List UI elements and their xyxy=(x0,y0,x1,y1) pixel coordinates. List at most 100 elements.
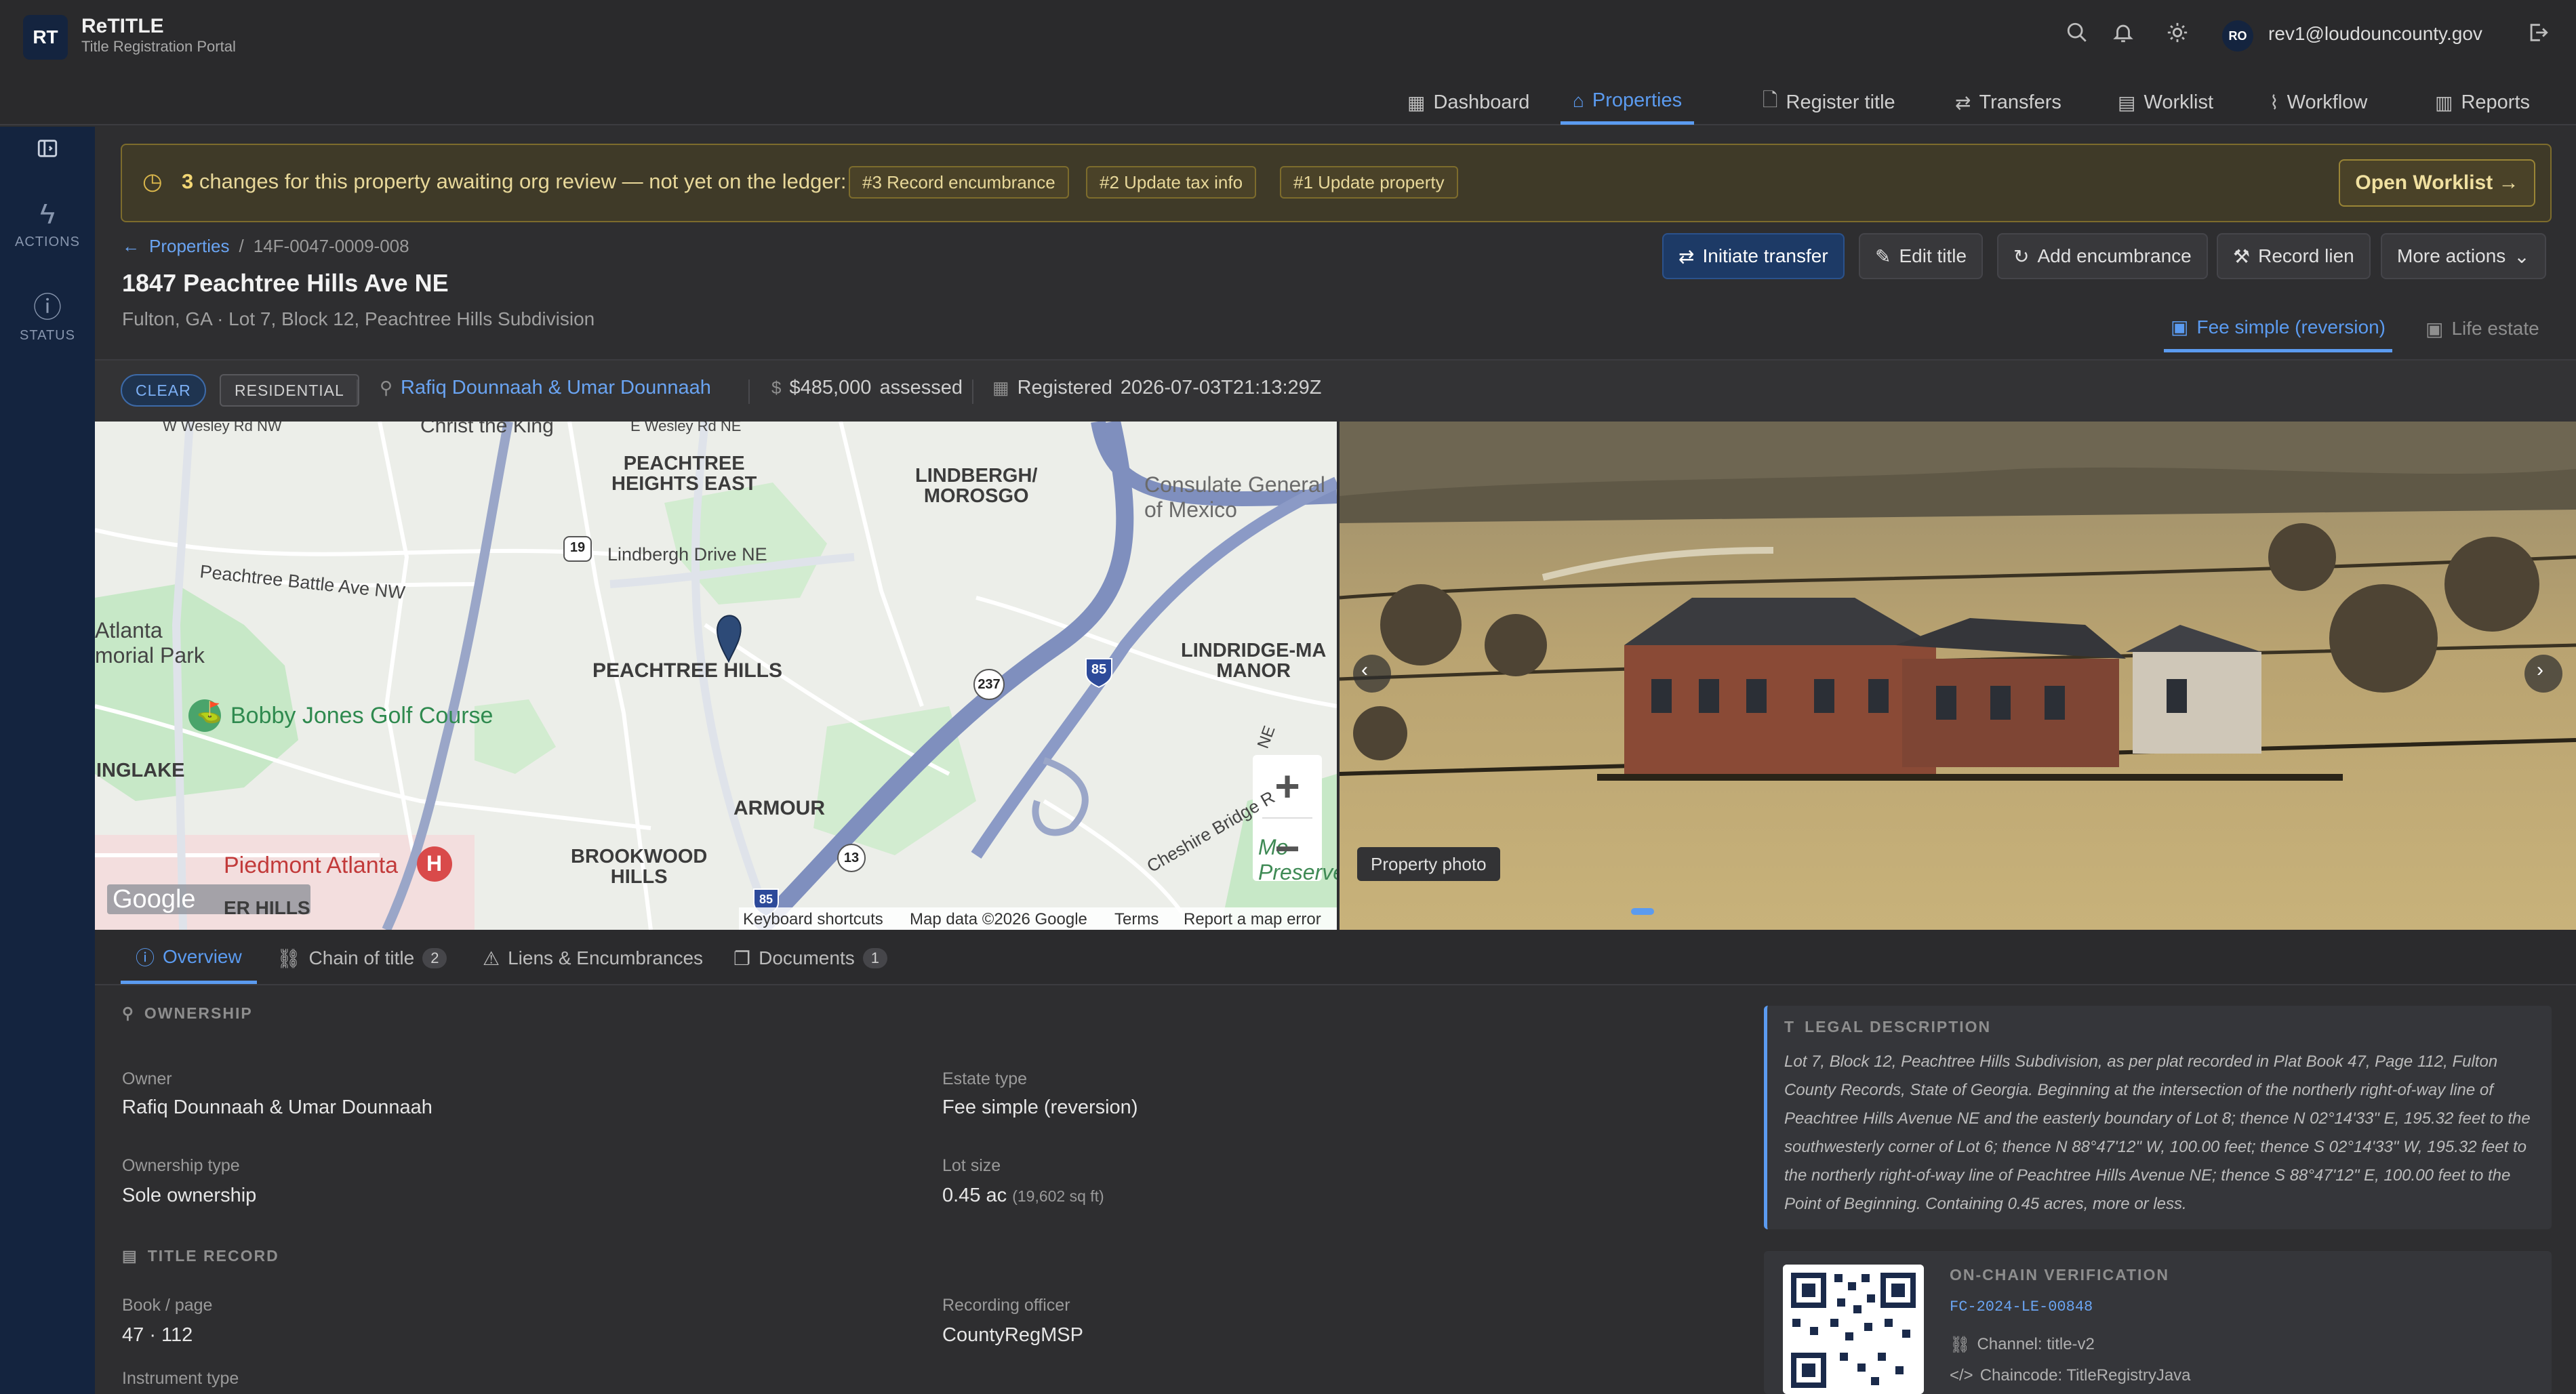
page-title: 1847 Peachtree Hills Ave NE xyxy=(122,269,449,297)
bell-icon[interactable] xyxy=(2108,18,2138,47)
tab-liens-encumbrances[interactable]: ⚠ Liens & Encumbrances xyxy=(468,932,718,984)
legal-description-heading: T LEGAL DESCRIPTION xyxy=(1784,1018,1992,1036)
back-arrow-icon[interactable]: ← xyxy=(122,236,140,257)
breadcrumb: ← Properties / 14F-0047-0009-008 xyxy=(122,236,409,257)
sidebar-status-button[interactable]: ⓘ STATUS xyxy=(0,291,95,344)
search-icon[interactable] xyxy=(2062,18,2092,47)
map-label-lindridge: LINDRIDGE-MA MANOR xyxy=(1181,640,1327,682)
sidebar-toggle-button[interactable] xyxy=(0,137,95,163)
property-photo: ‹ › Property photo xyxy=(1340,422,2576,930)
tab-chain-of-title[interactable]: ⛓ Chain of title 2 xyxy=(262,932,462,984)
estate-type-label: Estate type xyxy=(942,1069,1028,1088)
user-icon: ⚲ xyxy=(122,1004,135,1022)
count-badge: 1 xyxy=(862,948,887,968)
nav-worklist[interactable]: ▤ Worklist xyxy=(2106,80,2226,125)
map-label-armour: ARMOUR xyxy=(733,797,825,819)
map-shield-19: 19 xyxy=(569,540,586,555)
info-icon: ⓘ xyxy=(33,291,62,323)
code-icon: </> xyxy=(1950,1366,1973,1385)
nav-register-title[interactable]: 🗋 Register title xyxy=(1750,80,1908,125)
recording-officer-label: Recording officer xyxy=(942,1296,1070,1315)
book-page-label: Book / page xyxy=(122,1296,213,1315)
breadcrumb-properties[interactable]: Properties xyxy=(149,236,230,257)
bolt-icon: ϟ xyxy=(39,198,56,230)
property-type-badge: RESIDENTIAL xyxy=(220,374,359,407)
qr-code xyxy=(1783,1265,1924,1394)
calendar-icon: ▦ xyxy=(992,377,1009,398)
registered-item: ▦ Registered 2026-07-03T21:13:29Z xyxy=(992,377,1321,399)
google-logo[interactable]: Google xyxy=(113,886,196,914)
more-actions-button[interactable]: More actions ⌄ xyxy=(2381,233,2546,279)
text-icon: T xyxy=(1784,1018,1796,1036)
open-worklist-button[interactable]: Open Worklist → xyxy=(2339,159,2535,207)
map-label-piedmont: Piedmont Atlanta xyxy=(224,853,399,878)
logout-icon[interactable] xyxy=(2523,18,2553,47)
photo-next-button[interactable]: › xyxy=(2537,659,2543,682)
title-record-heading: ▤ TITLE RECORD xyxy=(122,1247,279,1265)
chevron-down-icon: ⌄ xyxy=(2514,245,2530,267)
pending-chip-update-property[interactable]: #1 Update property xyxy=(1280,166,1458,199)
owner-label: Owner xyxy=(122,1069,172,1088)
zoom-in-button[interactable]: + xyxy=(1253,755,1322,817)
owner-item: ⚲ Rafiq Dounnaah & Umar Dounnaah xyxy=(380,377,711,399)
estate-tab-life-estate[interactable]: ▣ Life estate xyxy=(2419,305,2546,352)
avatar[interactable]: RO xyxy=(2222,20,2253,52)
chaincode-item: </> Chaincode: TitleRegistryJava xyxy=(1950,1366,2191,1385)
pending-chip-record-encumbrance[interactable]: #3 Record encumbrance xyxy=(849,166,1069,199)
info-icon: ⓘ xyxy=(136,947,155,968)
map-label-w-wesley: W Wesley Rd NW xyxy=(163,422,282,434)
map-footer-report[interactable]: Report a map error xyxy=(1184,910,1321,929)
map-label-consulate: Consulate General of Mexico xyxy=(1144,472,1325,522)
map-footer-shortcuts[interactable]: Keyboard shortcuts xyxy=(743,910,883,929)
record-lien-button[interactable]: ⚒ Record lien xyxy=(2217,233,2371,279)
edit-title-button[interactable]: ✎ Edit title xyxy=(1859,233,1984,279)
app-logo[interactable]: RT xyxy=(23,15,68,60)
map-label-atlanta-memorial: Atlanta morial Park xyxy=(95,618,205,668)
lot-size-label: Lot size xyxy=(942,1156,1001,1175)
map-label-lindbergh-drive: Lindbergh Drive NE xyxy=(607,544,767,565)
nav-dashboard[interactable]: ▦ Dashboard xyxy=(1395,80,1542,125)
dollar-icon: $ xyxy=(771,377,782,398)
map-label-inglake: INGLAKE xyxy=(96,760,185,781)
user-email[interactable]: rev1@loudouncounty.gov xyxy=(2268,23,2482,45)
sidebar-actions-button[interactable]: ϟ ACTIONS xyxy=(0,198,95,250)
building-icon: ▥ xyxy=(2435,91,2453,113)
nav-properties[interactable]: ⌂ Properties xyxy=(1561,80,1695,125)
app-name: ReTITLE xyxy=(81,15,164,37)
pending-chip-update-tax-info[interactable]: #2 Update tax info xyxy=(1086,166,1257,199)
transfer-icon: ⇄ xyxy=(1955,91,1971,113)
zoom-out-button[interactable]: − xyxy=(1253,819,1322,881)
transaction-id[interactable]: FC-2024-LE-00848 xyxy=(1950,1298,2093,1315)
map-label-golf-course: Bobby Jones Golf Course xyxy=(230,703,494,729)
file-plus-icon: 🗋 xyxy=(1763,89,1778,110)
map-shield-85-south: 85 xyxy=(759,893,773,906)
nav-transfers[interactable]: ⇄ Transfers xyxy=(1943,80,2074,125)
recording-officer-value: CountyRegMSP xyxy=(942,1324,1083,1346)
map-footer-terms[interactable]: Terms xyxy=(1114,910,1159,929)
divider xyxy=(748,380,750,404)
owner-value: Rafiq Dounnaah & Umar Dounnaah xyxy=(122,1096,432,1118)
tab-overview[interactable]: ⓘ Overview xyxy=(121,932,257,984)
record-icon: ▤ xyxy=(122,1247,138,1265)
nav-reports[interactable]: ▥ Reports xyxy=(2423,80,2542,125)
photo-prev-button[interactable]: ‹ xyxy=(1361,659,1368,682)
estate-type-value: Fee simple (reversion) xyxy=(942,1096,1138,1118)
breadcrumb-current: 14F-0047-0009-008 xyxy=(253,236,409,256)
nav-workflow[interactable]: ⌇ Workflow xyxy=(2257,80,2379,125)
map-label-er-hills: ER HILLS xyxy=(224,897,310,918)
initiate-transfer-button[interactable]: ⇄ Initiate transfer xyxy=(1662,233,1845,279)
panel-icon xyxy=(37,140,58,157)
owner-link[interactable]: Rafiq Dounnaah & Umar Dounnaah xyxy=(401,377,711,399)
estate-tab-fee-simple[interactable]: ▣ Fee simple (reversion) xyxy=(2164,305,2392,352)
property-map[interactable]: PEACHTREE HEIGHTS EAST LINDBERGH/MOROSGO … xyxy=(95,422,1337,930)
clipboard-icon: ▤ xyxy=(2118,91,2136,113)
add-encumbrance-button[interactable]: ↻ Add encumbrance xyxy=(1997,233,2208,279)
assessed-value: $485,000 xyxy=(789,377,872,398)
sun-icon[interactable] xyxy=(2162,18,2192,47)
divider xyxy=(972,380,973,404)
status-badge: CLEAR xyxy=(121,374,206,407)
map-footer-data: Map data ©2026 Google xyxy=(910,910,1087,928)
estate-icon: ▣ xyxy=(2426,318,2444,340)
tab-documents[interactable]: ❐ Documents 1 xyxy=(719,932,902,984)
banner-message: 3 changes for this property awaiting org… xyxy=(182,169,847,193)
